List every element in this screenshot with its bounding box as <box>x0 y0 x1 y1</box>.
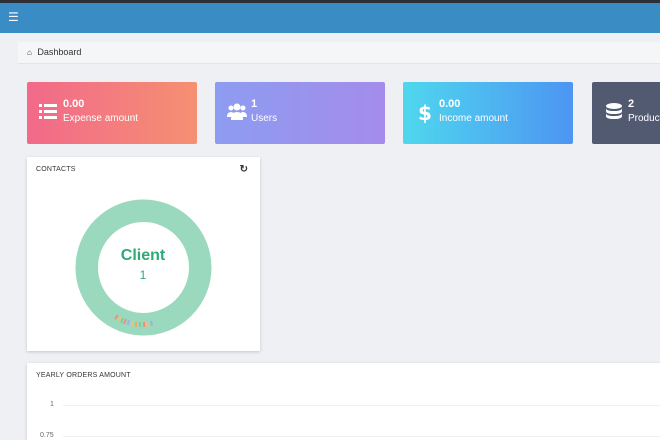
donut-center-label: Client <box>120 247 166 264</box>
top-navbar: ☰ <box>0 0 660 33</box>
contacts-title: CONTACTS <box>36 166 76 173</box>
income-stat-card[interactable]: $ 0.00 Income amount <box>403 82 573 144</box>
yearly-orders-title: YEARLY ORDERS AMOUNT <box>36 372 131 379</box>
users-value: 1 <box>251 98 258 110</box>
gridline <box>63 405 660 406</box>
home-icon[interactable]: ⌂ <box>27 48 32 57</box>
breadcrumb: ⌂ Dashboard <box>18 42 660 64</box>
refresh-icon[interactable]: ↻ <box>240 164 248 175</box>
product-label: Product <box>628 113 660 124</box>
donut-center-value: 1 <box>139 268 147 282</box>
database-icon <box>606 103 622 119</box>
users-icon <box>227 103 247 120</box>
list-icon <box>39 104 57 119</box>
y-axis-tick-1: 1 <box>50 401 54 408</box>
expense-stat-card[interactable]: 0.00 Expense amount <box>27 82 197 144</box>
product-stat-card[interactable]: 2 Product <box>592 82 660 144</box>
product-value: 2 <box>628 98 635 110</box>
expense-value: 0.00 <box>63 98 85 110</box>
users-label: Users <box>251 113 278 124</box>
contacts-card: CONTACTS ↻ Client 1 <box>27 157 260 351</box>
dollar-icon: $ <box>418 101 432 123</box>
users-stat-card[interactable]: 1 Users <box>215 82 385 144</box>
income-value: 0.00 <box>439 98 461 110</box>
svg-text:$: $ <box>418 101 432 123</box>
menu-icon[interactable]: ☰ <box>8 11 19 23</box>
breadcrumb-label[interactable]: Dashboard <box>37 47 81 57</box>
gridline <box>63 436 660 437</box>
income-label: Income amount <box>439 113 508 124</box>
expense-label: Expense amount <box>63 113 139 124</box>
y-axis-tick-2: 0.75 <box>40 432 54 439</box>
yearly-orders-card: YEARLY ORDERS AMOUNT 1 0.75 <box>27 363 660 440</box>
